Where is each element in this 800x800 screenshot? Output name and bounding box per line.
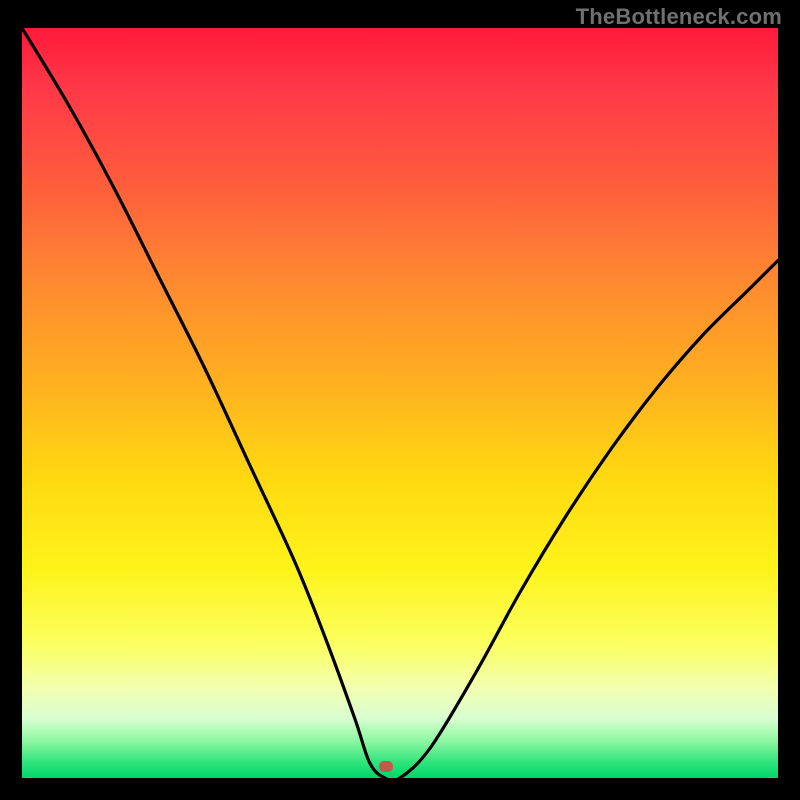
bottleneck-curve-path [22, 28, 778, 781]
optimal-marker [379, 761, 393, 772]
watermark-text: TheBottleneck.com [576, 4, 782, 30]
chart-frame: TheBottleneck.com [0, 0, 800, 800]
plot-area [22, 28, 778, 778]
curve-svg [22, 28, 778, 778]
